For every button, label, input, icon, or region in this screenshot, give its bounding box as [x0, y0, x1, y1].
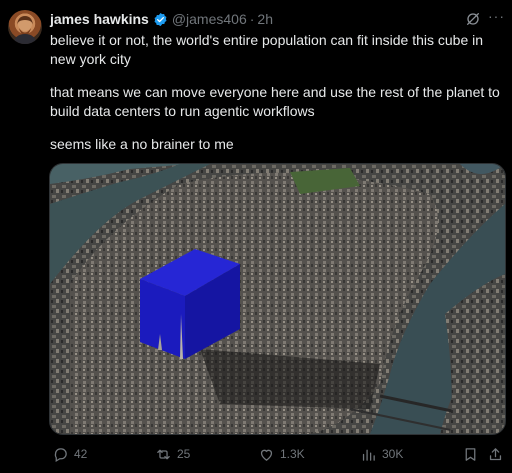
separator-dot: · [249, 11, 255, 27]
avatar[interactable] [8, 10, 42, 44]
like-icon [260, 449, 273, 461]
like-button[interactable]: 1.3K [258, 444, 305, 464]
tweet-text-paragraph: that means we can move everyone here and… [50, 84, 500, 119]
repost-button[interactable]: 25 [155, 444, 190, 464]
views-icon [362, 449, 375, 461]
tweet-header: james hawkins @james406 · 2h [50, 10, 273, 28]
more-icon[interactable]: ··· [488, 8, 505, 24]
grok-icon[interactable] [465, 11, 481, 27]
tweet-image[interactable] [49, 163, 506, 435]
tweet-text-paragraph: seems like a no brainer to me [50, 136, 234, 152]
reply-icon [54, 447, 67, 462]
reply-button[interactable]: 42 [52, 444, 87, 464]
timestamp[interactable]: 2h [257, 11, 273, 27]
author-handle[interactable]: @james406 [172, 11, 247, 27]
tweet-text-paragraph: believe it or not, the world's entire po… [50, 32, 484, 67]
manhattan-aerial-illustration [50, 164, 505, 434]
avatar-face [13, 16, 37, 44]
reply-count: 42 [74, 447, 88, 461]
share-icon [489, 447, 502, 460]
bookmark-icon [465, 447, 476, 461]
action-bar: 42 25 1.3K 30K [50, 444, 505, 464]
repost-count: 25 [177, 447, 191, 461]
views-count: 30K [382, 447, 404, 461]
share-button[interactable] [487, 444, 509, 464]
author-name[interactable]: james hawkins [50, 11, 149, 27]
like-count: 1.3K [280, 447, 305, 461]
bookmark-button[interactable] [462, 444, 484, 464]
repost-icon [157, 449, 170, 459]
views-button[interactable]: 30K [360, 444, 403, 464]
verified-badge-icon [154, 12, 167, 26]
